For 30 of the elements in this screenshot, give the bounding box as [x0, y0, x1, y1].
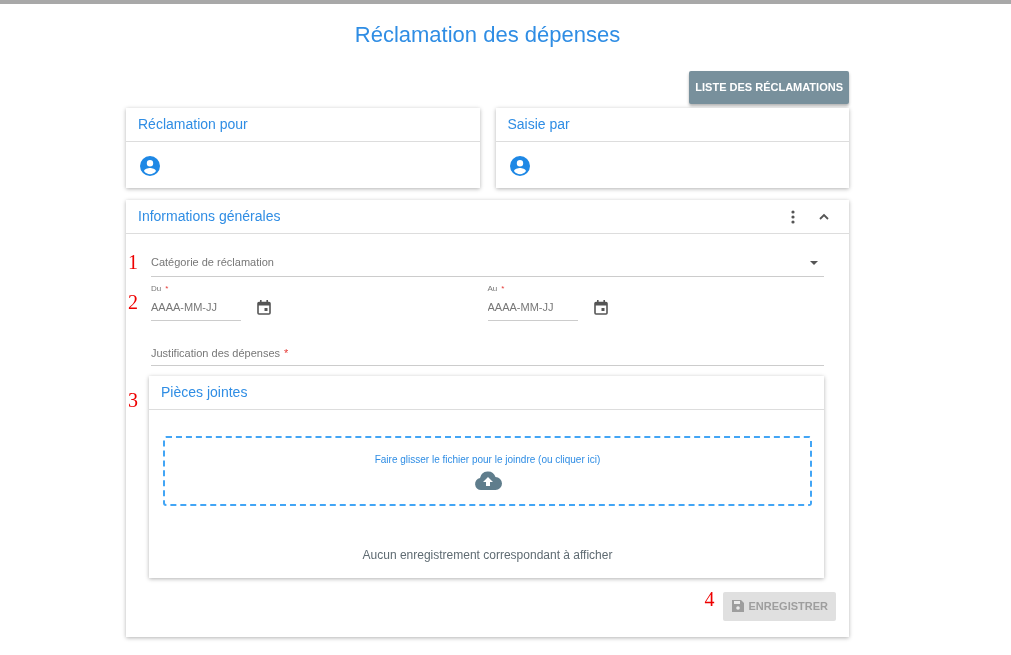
- annotation-number: 1: [128, 251, 138, 272]
- card-title: Saisie par: [495, 107, 849, 142]
- file-dropzone[interactable]: Faire glisser le fichier pour le joindre (ou cliquer ici): [163, 436, 812, 506]
- annotation-number: 4: [704, 589, 715, 610]
- claims-list-button[interactable]: LISTE DES RÉCLAMATIONS: [689, 71, 849, 104]
- date-field[interactable]: AAAA-MM-JJ: [487, 295, 578, 321]
- user-avatar-icon: [138, 153, 162, 178]
- page-title: Réclamation des dépenses: [353, 21, 622, 49]
- dropzone-text: Faire glisser le fichier pour le joindre (ou cliquer ici): [373, 453, 602, 467]
- user-avatar-icon: [507, 153, 532, 178]
- annotation-number: 3: [128, 389, 138, 410]
- section-title: Informations générales: [138, 206, 281, 226]
- collapse-chevron-icon[interactable]: [819, 213, 829, 221]
- required-asterisk: *: [284, 345, 289, 361]
- category-select[interactable]: Catégorie de réclamation: [151, 247, 824, 277]
- field-label: Du: [151, 283, 162, 295]
- annotation-number: 2: [128, 291, 138, 312]
- date-field[interactable]: AAAA-MM-JJ: [151, 295, 241, 321]
- calendar-icon[interactable]: [257, 300, 271, 316]
- justification-placeholder[interactable]: Justification des dépenses: [151, 344, 281, 361]
- attachments-title: Pièces jointes: [149, 376, 824, 410]
- card-title: Réclamation pour: [126, 107, 480, 142]
- calendar-icon[interactable]: [593, 300, 608, 316]
- empty-message: Aucun enregistrement correspondant à afficher: [361, 547, 614, 564]
- required-asterisk: *: [165, 283, 169, 295]
- cloud-upload-icon: [473, 471, 502, 490]
- more-options-icon[interactable]: [791, 209, 795, 224]
- field-label: Au: [487, 283, 498, 295]
- required-asterisk: *: [501, 283, 505, 295]
- dropdown-caret-icon: [810, 260, 818, 265]
